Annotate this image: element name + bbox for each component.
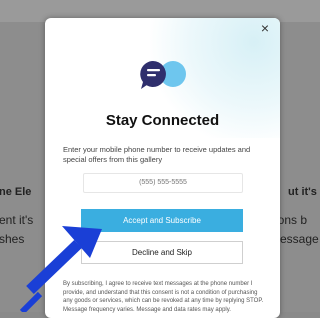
background-text: shes bbox=[0, 232, 25, 246]
accept-and-subscribe-button[interactable]: Accept and Subscribe bbox=[81, 209, 243, 232]
background-text: ent it's bbox=[0, 213, 34, 227]
close-icon[interactable]: × bbox=[258, 21, 272, 35]
modal-description: Enter your mobile phone number to receiv… bbox=[63, 145, 251, 164]
decline-and-skip-button[interactable]: Decline and Skip bbox=[81, 241, 243, 264]
modal-title: Stay Connected bbox=[105, 112, 220, 129]
background-text: ne Ele bbox=[0, 186, 32, 198]
chat-bubbles-logo-icon bbox=[140, 61, 186, 89]
background-text: ut it's bbox=[288, 186, 317, 198]
phone-number-input[interactable] bbox=[83, 173, 243, 193]
legal-disclaimer: By subscribing, I agree to receive text … bbox=[63, 281, 264, 313]
background-text: essage bbox=[280, 232, 319, 246]
subscribe-modal: × Stay Connected Enter your mobile phone… bbox=[45, 18, 280, 318]
